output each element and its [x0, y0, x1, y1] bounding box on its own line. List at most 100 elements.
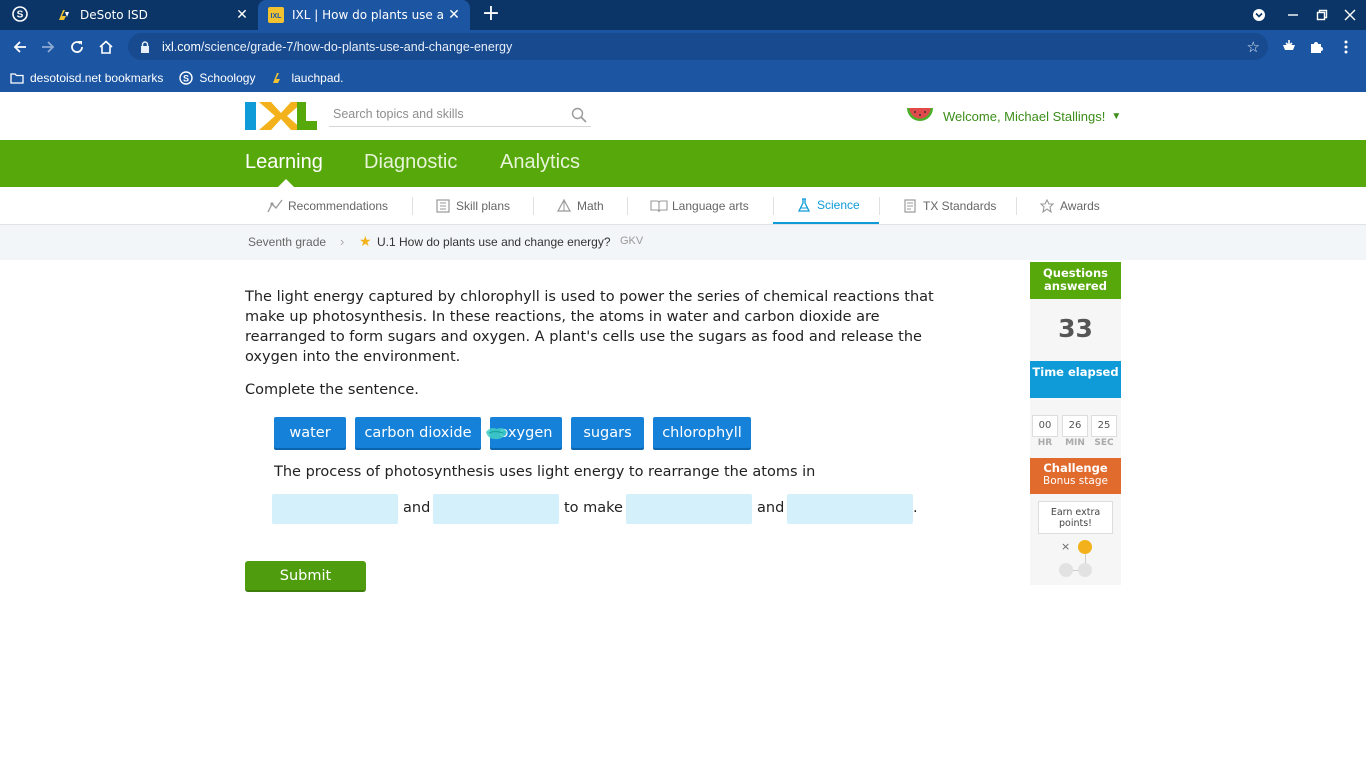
challenge-title: Challenge — [1043, 461, 1108, 475]
main-nav: Learning Diagnostic Analytics — [0, 140, 1366, 187]
menu-icon[interactable] — [1333, 34, 1359, 60]
ixl-logo[interactable] — [245, 102, 317, 134]
folder-icon — [10, 71, 24, 85]
subnav-label: TX Standards — [923, 198, 997, 213]
browser-tab-strip: S DeSoto ISD ✕ IXL IXL | How do plants u… — [0, 0, 1366, 30]
svg-text:IXL: IXL — [271, 13, 283, 20]
close-icon[interactable]: ✕ — [232, 5, 252, 25]
bookmark-label: Schoology — [199, 70, 256, 85]
back-icon[interactable] — [7, 34, 33, 60]
earn-extra-points: Earn extra points! — [1038, 501, 1113, 534]
divider — [627, 197, 628, 215]
chevron-right-icon: › — [340, 234, 345, 249]
user-menu[interactable]: Welcome, Michael Stallings! ▼ — [905, 102, 1121, 130]
search-icon[interactable] — [571, 107, 587, 126]
subnav-awards[interactable]: Awards — [1038, 187, 1100, 224]
tab-desoto-isd[interactable]: DeSoto ISD ✕ — [44, 0, 258, 30]
time-hours: 00 — [1032, 415, 1058, 437]
active-nav-pointer — [278, 179, 294, 187]
time-unit-label: SEC — [1094, 438, 1114, 448]
close-icon[interactable]: ✕ — [444, 5, 464, 25]
breadcrumb-grade[interactable]: Seventh grade — [248, 235, 326, 249]
minimize-icon[interactable] — [1279, 0, 1307, 30]
challenge-dot-filled — [1078, 540, 1092, 554]
new-tab-button[interactable]: + — [478, 3, 504, 27]
answer-tile-chlorophyll[interactable]: chlorophyll — [653, 417, 751, 448]
challenge-subtitle: Bonus stage — [1043, 475, 1108, 487]
answer-tile-carbon-dioxide[interactable]: carbon dioxide — [355, 417, 481, 448]
challenge-box: Challenge Bonus stage — [1030, 458, 1121, 494]
restore-icon[interactable] — [1308, 0, 1336, 30]
search-input[interactable]: Search topics and skills — [329, 103, 591, 127]
nav-learning[interactable]: Learning — [245, 151, 323, 174]
sentence-joiner: and — [403, 500, 431, 516]
tab-ixl[interactable]: IXL IXL | How do plants use and cha ✕ — [258, 0, 470, 30]
address-bar[interactable]: ixl.com/science/grade-7/how-do-plants-us… — [128, 33, 1268, 60]
answer-blank-3[interactable] — [626, 494, 752, 524]
forward-icon[interactable] — [35, 34, 61, 60]
bookmark-launchpad[interactable]: lauchpad. — [271, 70, 344, 85]
breadcrumb-skill: U.1 How do plants use and change energy? — [377, 235, 611, 249]
bookmark-schoology[interactable]: S Schoology — [179, 71, 255, 85]
science-icon — [795, 197, 813, 213]
home-icon[interactable] — [93, 34, 119, 60]
answer-tile-water[interactable]: water — [274, 417, 346, 448]
subnav-label: Language arts — [672, 198, 749, 213]
schoology-icon: S — [179, 70, 194, 85]
subnav-tx-standards[interactable]: TX Standards — [901, 187, 996, 224]
subnav-language-arts[interactable]: Language arts — [650, 187, 749, 224]
ixl-header: Search topics and skills Welcome, Michae… — [0, 92, 1366, 140]
schoology-icon: S — [12, 5, 28, 25]
chevron-down-icon: ▼ — [1111, 110, 1122, 122]
skill-plans-icon — [434, 198, 452, 214]
nav-diagnostic[interactable]: Diagnostic — [364, 151, 457, 174]
nav-analytics[interactable]: Analytics — [500, 151, 580, 174]
skill-code: GKV — [620, 235, 644, 247]
answer-blank-1[interactable] — [272, 494, 398, 524]
answer-blank-2[interactable] — [433, 494, 559, 524]
breadcrumb: Seventh grade › ★ U.1 How do plants use … — [0, 225, 1366, 260]
url-text: ixl.com/science/grade-7/how-do-plants-us… — [162, 39, 513, 54]
sentence-joiner: and — [757, 500, 785, 516]
extension-icon[interactable] — [1276, 34, 1302, 60]
challenge-dot-empty — [1059, 563, 1073, 577]
sentence-period: . — [913, 500, 918, 516]
bookmark-desotoisd[interactable]: desotoisd.net bookmarks — [10, 71, 163, 85]
bookmark-star-icon[interactable]: ☆ — [1247, 38, 1260, 56]
ixl-icon: IXL — [268, 7, 284, 23]
puzzle-icon[interactable] — [1303, 34, 1329, 60]
time-unit-label: MIN — [1065, 438, 1085, 448]
tab-title: DeSoto ISD — [80, 8, 148, 22]
questions-answered-label: Questions answered — [1030, 262, 1121, 299]
subnav-label: Recommendations — [288, 198, 389, 213]
star-icon[interactable]: ★ — [359, 233, 372, 250]
lock-icon — [138, 40, 152, 54]
launchpad-icon — [271, 71, 285, 85]
desoto-icon — [56, 7, 72, 23]
search-placeholder: Search topics and skills — [333, 107, 464, 121]
bookmarks-bar: desotoisd.net bookmarks S Schoology lauc… — [0, 63, 1366, 92]
standards-icon — [901, 198, 919, 214]
answer-tile-sugars[interactable]: sugars — [571, 417, 644, 448]
awards-icon — [1038, 198, 1056, 214]
bookmark-label: lauchpad. — [291, 70, 344, 85]
bookmark-label: desotoisd.net bookmarks — [30, 70, 164, 85]
subnav-skill-plans[interactable]: Skill plans — [434, 187, 510, 224]
watermelon-avatar-icon — [905, 102, 935, 130]
tab-schoology[interactable]: S — [0, 0, 40, 30]
answer-blank-4[interactable] — [787, 494, 913, 524]
subnav-label: Skill plans — [456, 198, 511, 213]
close-window-icon[interactable] — [1336, 0, 1364, 30]
subnav-math[interactable]: Math — [555, 187, 604, 224]
submit-button[interactable]: Submit — [245, 561, 366, 592]
subnav-recommendations[interactable]: Recommendations — [266, 187, 388, 224]
reload-icon[interactable] — [64, 34, 90, 60]
divider — [879, 197, 880, 215]
time-elapsed-label: Time elapsed — [1030, 361, 1121, 398]
subnav-label: Science — [817, 197, 860, 212]
question-instruction: Complete the sentence. — [245, 382, 419, 398]
hand-cursor-icon — [483, 420, 509, 448]
language-arts-icon — [650, 198, 668, 214]
tab-search-icon[interactable] — [1245, 0, 1273, 30]
subnav-science[interactable]: Science — [773, 187, 879, 224]
